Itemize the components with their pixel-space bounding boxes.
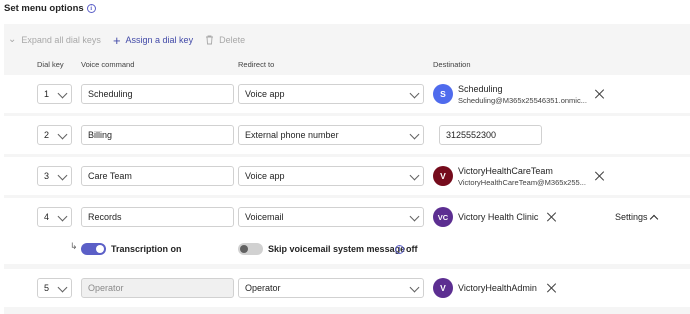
destination-name: Victory Health Clinic bbox=[458, 212, 539, 222]
voice-command-input[interactable]: Care Team bbox=[81, 166, 234, 186]
redirect-value: Voice app bbox=[245, 89, 285, 99]
voice-command-value: Records bbox=[88, 212, 122, 222]
skip-voicemail-label: Skip voicemail system message bbox=[268, 244, 406, 254]
redirect-select[interactable]: Voice app bbox=[238, 166, 424, 186]
avatar: V bbox=[433, 166, 453, 186]
redirect-value: Voicemail bbox=[245, 212, 284, 222]
assign-dial-key-button[interactable]: + Assign a dial key bbox=[113, 34, 193, 47]
transcription-toggle[interactable] bbox=[81, 243, 106, 255]
dial-key-row-3: 3 Care Team Voice app V VictoryHealthCar… bbox=[4, 157, 690, 195]
dial-key-value: 2 bbox=[44, 130, 50, 140]
remove-destination-icon[interactable] bbox=[595, 89, 605, 99]
dial-key-value: 3 bbox=[44, 171, 50, 181]
skip-voicemail-state: off bbox=[406, 244, 418, 254]
destination-email: VictoryHealthCareTeam@M365x255... bbox=[458, 178, 586, 187]
phone-number-input[interactable]: 3125552300 bbox=[439, 125, 542, 145]
dial-key-row-2: 2 Billing External phone number 31255523… bbox=[4, 116, 690, 154]
dial-key-select[interactable]: 4 bbox=[37, 207, 72, 227]
header-dial-key: Dial key bbox=[37, 60, 64, 69]
redirect-select[interactable]: Operator bbox=[238, 278, 424, 298]
settings-toggle[interactable]: Settings bbox=[615, 212, 658, 223]
remove-destination-icon[interactable] bbox=[547, 212, 557, 222]
redirect-value: External phone number bbox=[245, 130, 339, 140]
remove-destination-icon[interactable] bbox=[595, 171, 605, 181]
skip-voicemail-toggle[interactable] bbox=[238, 243, 263, 255]
dial-key-row-1: 1 Scheduling Voice app S Scheduling Sche… bbox=[4, 75, 690, 113]
chevron-down-icon bbox=[57, 88, 68, 99]
assign-dial-key-label: Assign a dial key bbox=[125, 35, 194, 45]
dial-key-value: 1 bbox=[44, 89, 50, 99]
avatar: V bbox=[433, 278, 453, 298]
chevron-down-icon bbox=[409, 88, 420, 99]
voice-command-value: Operator bbox=[88, 283, 124, 293]
dial-key-row-4: 4 Records Voicemail VC Victory Health Cl… bbox=[4, 198, 690, 236]
destination-name: VictoryHealthCareTeam bbox=[458, 166, 553, 176]
delete-button[interactable]: Delete bbox=[205, 35, 245, 45]
voice-command-input: Operator bbox=[81, 278, 234, 298]
settings-label: Settings bbox=[615, 212, 648, 222]
voicemail-options-row: ↳ Transcription on Skip voicemail system… bbox=[4, 236, 690, 264]
destination-name: Scheduling bbox=[458, 84, 503, 94]
page-title: Set menu options i bbox=[4, 3, 96, 14]
toolbar: ⌄ Expand all dial keys + Assign a dial k… bbox=[4, 30, 257, 50]
redirect-value: Voice app bbox=[245, 171, 285, 181]
transcription-label: Transcription on bbox=[111, 244, 182, 254]
redirect-select[interactable]: Voice app bbox=[238, 84, 424, 104]
toggle-knob bbox=[240, 245, 248, 253]
chevron-down-icon bbox=[409, 282, 420, 293]
info-icon[interactable]: i bbox=[86, 4, 96, 13]
chevron-down-icon bbox=[57, 282, 68, 293]
chevron-down-icon bbox=[409, 211, 420, 222]
destination-email: Scheduling@M365x25546351.onmic... bbox=[458, 96, 587, 105]
dial-key-value: 5 bbox=[44, 283, 50, 293]
info-icon[interactable]: i bbox=[395, 245, 404, 254]
header-voice-command: Voice command bbox=[81, 60, 135, 69]
dial-key-select[interactable]: 3 bbox=[37, 166, 72, 186]
chevron-down-icon bbox=[57, 211, 68, 222]
chevron-down-icon bbox=[57, 129, 68, 140]
redirect-select[interactable]: External phone number bbox=[238, 125, 424, 145]
chevron-down-icon: ⌄ bbox=[8, 34, 17, 45]
phone-number-value: 3125552300 bbox=[446, 130, 497, 140]
voice-command-input[interactable]: Billing bbox=[81, 125, 234, 145]
header-redirect-to: Redirect to bbox=[238, 60, 275, 69]
avatar: S bbox=[433, 84, 453, 104]
dial-key-select[interactable]: 1 bbox=[37, 84, 72, 104]
dial-key-select[interactable]: 5 bbox=[37, 278, 72, 298]
remove-destination-icon[interactable] bbox=[547, 283, 557, 293]
expand-all-button[interactable]: ⌄ Expand all dial keys bbox=[8, 34, 101, 46]
dial-key-value: 4 bbox=[44, 212, 50, 222]
delete-label: Delete bbox=[219, 35, 246, 45]
subitem-arrow-icon: ↳ bbox=[70, 241, 78, 251]
trash-icon bbox=[206, 35, 214, 45]
column-headers: Dial key Voice command Redirect to Desti… bbox=[4, 60, 690, 72]
page-title-text: Set menu options bbox=[4, 3, 84, 14]
destination-name: VictoryHealthAdmin bbox=[458, 283, 537, 293]
voice-command-input[interactable]: Records bbox=[81, 207, 234, 227]
chevron-down-icon bbox=[409, 129, 420, 140]
chevron-down-icon bbox=[57, 170, 68, 181]
voice-command-input[interactable]: Scheduling bbox=[81, 84, 234, 104]
plus-icon: + bbox=[112, 32, 121, 48]
chevron-down-icon bbox=[409, 170, 420, 181]
header-destination: Destination bbox=[433, 60, 471, 69]
voice-command-value: Billing bbox=[88, 130, 113, 140]
expand-all-label: Expand all dial keys bbox=[21, 35, 101, 45]
menu-options-panel: ⌄ Expand all dial keys + Assign a dial k… bbox=[4, 24, 690, 314]
chevron-up-icon bbox=[649, 214, 658, 223]
dial-key-row-5: 5 Operator Operator V VictoryHealthAdmin bbox=[4, 269, 690, 307]
dial-key-select[interactable]: 2 bbox=[37, 125, 72, 145]
redirect-value: Operator bbox=[245, 283, 281, 293]
avatar: VC bbox=[433, 207, 453, 227]
toggle-knob bbox=[96, 245, 104, 253]
voice-command-value: Care Team bbox=[88, 171, 132, 181]
redirect-select[interactable]: Voicemail bbox=[238, 207, 424, 227]
voice-command-value: Scheduling bbox=[88, 89, 133, 99]
